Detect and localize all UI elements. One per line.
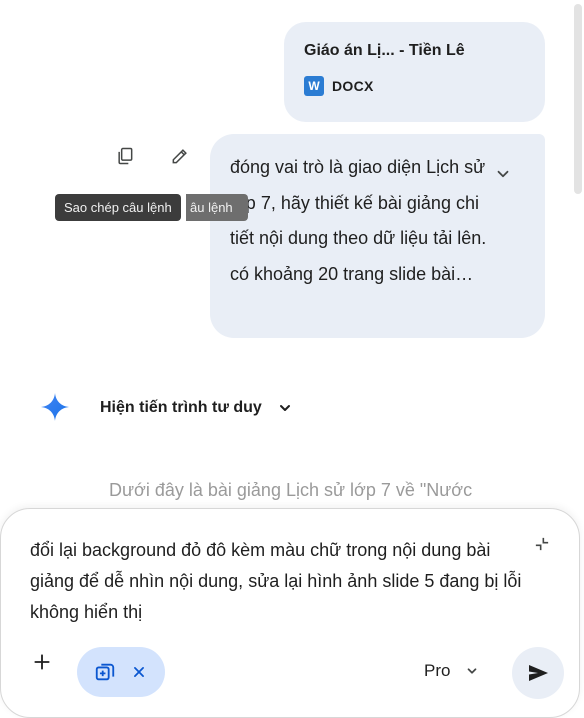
pencil-icon <box>172 149 187 164</box>
add-button[interactable] <box>24 644 60 680</box>
copy-tooltip: Sao chép câu lệnh <box>55 194 181 221</box>
response-preview-text: Dưới đây là bài giảng Lịch sử lớp 7 về "… <box>109 480 473 500</box>
attached-file-card[interactable]: Giáo án Lị... - Tiền Lê W DOCX <box>284 22 545 122</box>
word-doc-icon: W <box>304 76 324 96</box>
remove-chip-button[interactable] <box>130 663 148 681</box>
show-thinking-label: Hiện tiến trình tư duy <box>100 399 262 416</box>
edit-prompt-button[interactable] <box>162 138 198 174</box>
copy-icon <box>118 147 133 165</box>
chevron-down-icon <box>276 399 294 417</box>
add-to-drive-icon <box>95 663 115 681</box>
model-picker[interactable]: Pro <box>424 656 480 686</box>
send-button[interactable] <box>512 647 564 699</box>
collapse-icon <box>535 537 549 551</box>
scrollbar-thumb[interactable] <box>574 4 582 194</box>
expand-prompt-button[interactable] <box>491 162 515 186</box>
chevron-down-icon <box>464 663 480 679</box>
send-icon <box>529 665 548 681</box>
user-prompt-bubble: đóng vai trò là giao diện Lịch sử lớp 7,… <box>210 134 545 338</box>
chat-page: Giáo án Lị... - Tiền Lê W DOCX đóng vai … <box>0 0 584 718</box>
show-thinking-toggle[interactable]: Hiện tiến trình tư duy <box>100 394 294 422</box>
file-name: Giáo án Lị... - Tiền Lê <box>304 42 465 59</box>
user-prompt-text: đóng vai trò là giao diện Lịch sử lớp 7,… <box>230 157 487 284</box>
file-type-row: W DOCX <box>304 76 525 96</box>
close-icon <box>134 667 144 677</box>
tool-chip[interactable] <box>77 647 165 697</box>
model-label: Pro <box>424 661 451 680</box>
plus-icon <box>34 654 50 670</box>
copy-prompt-button[interactable] <box>107 138 143 174</box>
prompt-input[interactable]: đổi lại background đỏ đô kèm màu chữ tro… <box>30 535 530 628</box>
file-type-label: DOCX <box>332 78 374 94</box>
tooltip-ghost: âu lệnh <box>186 194 248 221</box>
collapse-input-button[interactable] <box>531 533 553 555</box>
gemini-sparkle-icon <box>40 392 70 422</box>
chevron-down-icon <box>497 170 509 178</box>
